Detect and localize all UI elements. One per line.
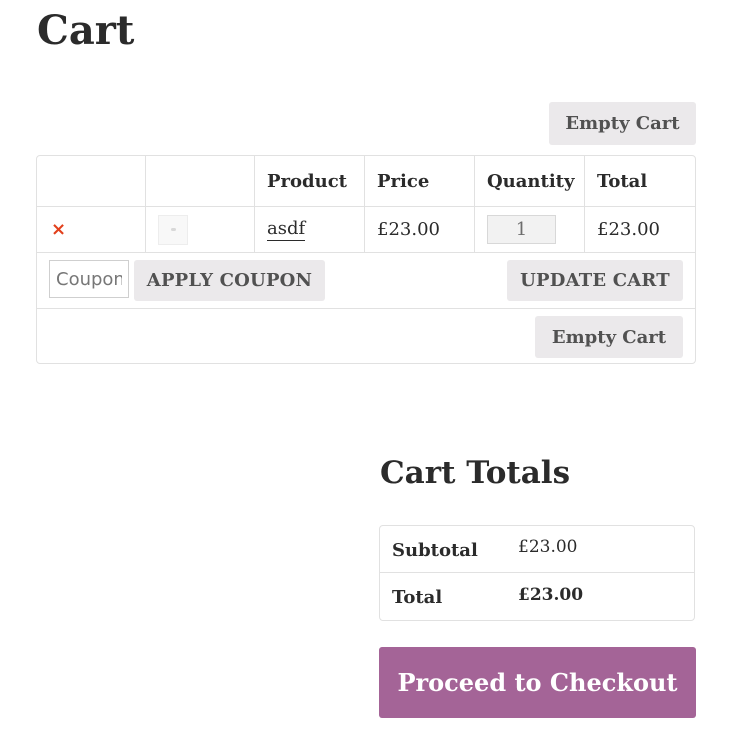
cart-totals-title: Cart Totals [380, 455, 571, 491]
column-header-quantity: Quantity [475, 156, 585, 206]
empty-cart-button-top[interactable]: Empty Cart [549, 102, 696, 145]
subtotal-label: Subtotal [392, 539, 478, 561]
cart-table: Product Price Quantity Total × asdf £23.… [36, 155, 696, 364]
product-thumbnail[interactable] [158, 214, 188, 245]
column-header-thumbnail [146, 156, 255, 206]
page-title: Cart [37, 7, 135, 54]
thumbnail-cell [146, 207, 255, 252]
subtotal-value: £23.00 [518, 537, 578, 557]
cart-item-row: × asdf £23.00 £23.00 [37, 207, 695, 253]
subtotal-row: Subtotal £23.00 [380, 526, 694, 573]
total-value: £23.00 [518, 584, 584, 605]
cart-totals-table: Subtotal £23.00 Total £23.00 [379, 525, 695, 621]
update-cart-button[interactable]: UPDATE CART [507, 260, 683, 301]
quantity-cell [475, 207, 585, 252]
product-cell: asdf [255, 207, 365, 252]
column-header-price: Price [365, 156, 475, 206]
column-header-product: Product [255, 156, 365, 206]
column-header-remove [37, 156, 146, 206]
coupon-code-input[interactable] [49, 260, 129, 298]
total-label: Total [392, 587, 443, 608]
product-name-link[interactable]: asdf [267, 218, 306, 241]
cart-actions-row: APPLY COUPON UPDATE CART [37, 253, 695, 309]
apply-coupon-button[interactable]: APPLY COUPON [134, 260, 325, 301]
cart-empty-row: Empty Cart [37, 309, 695, 363]
remove-item-icon[interactable]: × [51, 219, 66, 240]
thumbnail-placeholder-icon [170, 228, 176, 231]
proceed-to-checkout-button[interactable]: Proceed to Checkout [379, 647, 696, 718]
price-cell: £23.00 [365, 207, 475, 252]
empty-cart-button-bottom[interactable]: Empty Cart [535, 316, 683, 358]
column-header-total: Total [597, 170, 648, 192]
quantity-input[interactable] [487, 215, 556, 244]
cart-table-header: Product Price Quantity Total [37, 156, 695, 207]
total-row: Total £23.00 [380, 573, 694, 620]
remove-cell: × [37, 207, 146, 252]
item-total-cell: £23.00 [597, 219, 660, 240]
